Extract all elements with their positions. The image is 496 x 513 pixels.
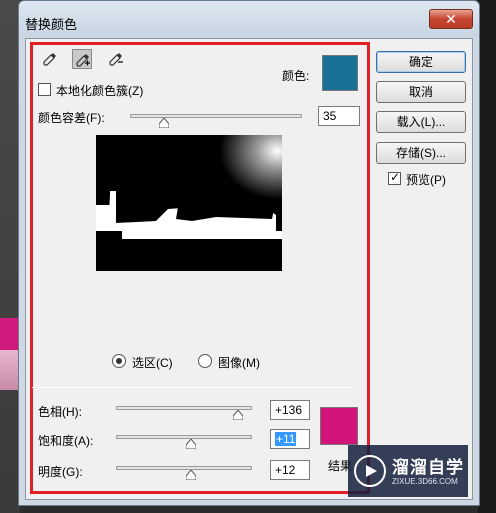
eyedropper-minus-icon	[109, 53, 123, 66]
replace-color-dialog: 替换颜色 ✕ 本地化颜色簇(Z) 颜色: 颜色容差(F): 35 选区(C) 图…	[18, 0, 480, 506]
title-bar: 替换颜色 ✕	[19, 1, 479, 37]
color-label: 颜色:	[282, 69, 310, 83]
lightness-slider-track[interactable]	[116, 466, 252, 470]
background-pink-fade	[0, 350, 20, 390]
saturation-label: 饱和度(A):	[38, 434, 94, 448]
close-button[interactable]: ✕	[429, 9, 473, 29]
eyedropper-tool[interactable]	[40, 49, 60, 69]
watermark-badge: 溜溜自学 ZIXUE.3D66.COM	[348, 445, 468, 497]
eyedropper-subtract-tool[interactable]	[106, 49, 126, 69]
fuzziness-slider-track[interactable]	[130, 114, 302, 118]
localized-clusters-label: 本地化颜色簇(Z)	[56, 84, 144, 98]
hue-slider-track[interactable]	[116, 406, 252, 410]
watermark-title: 溜溜自学	[392, 458, 464, 477]
hue-slider-thumb[interactable]	[232, 409, 244, 421]
background-left	[0, 0, 20, 513]
watermark-subtitle: ZIXUE.3D66.COM	[392, 477, 458, 486]
radio-selected-dot	[116, 358, 122, 364]
eyedropper-plus-icon	[76, 54, 90, 67]
selection-preview-image	[96, 135, 282, 271]
fuzziness-slider-thumb[interactable]	[158, 117, 170, 129]
section-divider	[32, 387, 352, 388]
fuzziness-label: 颜色容差(F):	[38, 111, 105, 125]
color-swatch[interactable]	[322, 55, 358, 91]
result-swatch[interactable]	[320, 407, 358, 445]
saturation-input[interactable]: +11	[270, 429, 310, 449]
hue-input[interactable]: +136	[270, 400, 310, 420]
fuzziness-input[interactable]: 35	[318, 106, 360, 126]
image-view-label: 图像(M)	[218, 356, 260, 370]
hue-label: 色相(H):	[38, 405, 82, 419]
saturation-slider-thumb[interactable]	[185, 438, 197, 450]
eyedropper-icon	[43, 53, 56, 66]
background-right	[478, 0, 496, 513]
ok-button[interactable]: 确定	[376, 51, 466, 73]
save-button[interactable]: 存储(S)...	[376, 142, 466, 164]
play-logo-icon	[354, 455, 386, 487]
check-mark-icon: ✓	[390, 170, 401, 184]
image-view-radio[interactable]	[198, 354, 212, 368]
selection-view-radio[interactable]	[112, 354, 126, 368]
saturation-slider-track[interactable]	[116, 435, 252, 439]
cancel-button[interactable]: 取消	[376, 81, 466, 103]
saturation-value-selected: +11	[275, 432, 297, 446]
localized-clusters-checkbox[interactable]	[38, 83, 51, 96]
preview-checkbox[interactable]: ✓	[388, 170, 401, 185]
background-pink-strip	[0, 318, 20, 350]
lightness-slider-thumb[interactable]	[185, 469, 197, 481]
preview-label: 预览(P)	[406, 173, 446, 187]
dialog-client-area: 本地化颜色簇(Z) 颜色: 颜色容差(F): 35 选区(C) 图像(M) 色相…	[25, 38, 473, 500]
selection-view-label: 选区(C)	[132, 356, 173, 370]
eyedropper-add-tool[interactable]	[72, 49, 92, 69]
dialog-title: 替换颜色	[25, 17, 78, 32]
lightness-label: 明度(G):	[38, 465, 83, 479]
load-button[interactable]: 载入(L)...	[376, 111, 466, 133]
lightness-input[interactable]: +12	[270, 460, 310, 480]
